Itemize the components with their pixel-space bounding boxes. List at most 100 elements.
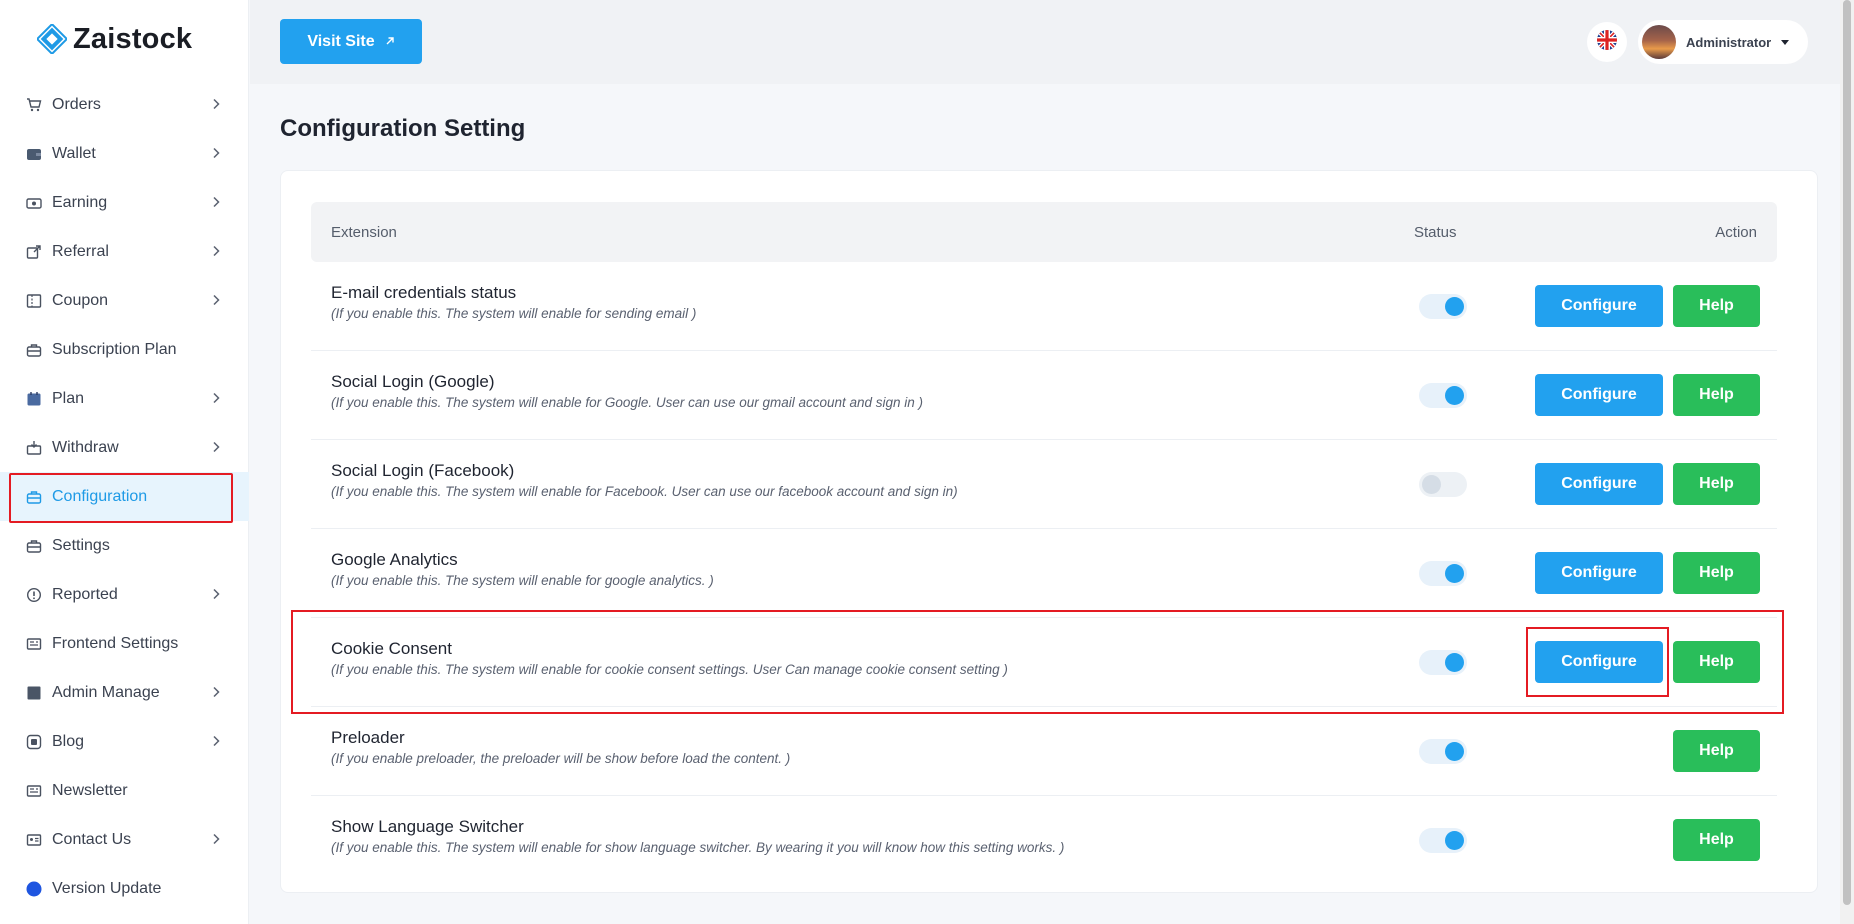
row-title-show-language-switcher: Show Language Switcher xyxy=(331,817,524,836)
sidebar-item-label: Blog xyxy=(52,732,85,750)
brand-logo[interactable]: Zaistock xyxy=(35,22,192,56)
status-toggle-google-analytics[interactable] xyxy=(1419,561,1467,586)
sidebar-item-configuration[interactable]: Configuration xyxy=(0,472,249,521)
briefcase-icon xyxy=(26,538,42,554)
row-title-cookie-consent: Cookie Consent xyxy=(331,639,452,658)
row-description: (If you enable this. The system will ena… xyxy=(331,840,1065,855)
row-title-google-analytics: Google Analytics xyxy=(331,550,458,569)
configuration-table-card: Extension Status Action E-mail credentia… xyxy=(280,170,1818,893)
row-title-e-mail-credentials-status: E-mail credentials status xyxy=(331,283,517,302)
status-toggle-preloader[interactable] xyxy=(1419,739,1467,764)
sidebar-item-label: Frontend Settings xyxy=(52,634,179,652)
status-toggle-show-language-switcher[interactable] xyxy=(1419,828,1467,853)
help-button-cookie-consent[interactable]: Help xyxy=(1673,641,1760,683)
sidebar-item-frontend-settings[interactable]: Frontend Settings xyxy=(0,619,249,668)
sidebar-item-label: Newsletter xyxy=(52,781,128,799)
sidebar-item-label: Earning xyxy=(52,193,108,211)
status-toggle-social-login-google[interactable] xyxy=(1419,383,1467,408)
chevron-right-icon xyxy=(209,146,223,160)
chevron-right-icon xyxy=(209,734,223,748)
user-name: Administrator xyxy=(1686,34,1772,50)
table-row: Preloader (If you enable preloader, the p… xyxy=(311,707,1777,796)
toggle-knob xyxy=(1445,831,1464,850)
circle-icon xyxy=(26,881,42,897)
table-row: Show Language Switcher (If you enable thi… xyxy=(311,796,1777,885)
status-toggle-e-mail-credentials-status[interactable] xyxy=(1419,294,1467,319)
visit-site-button[interactable]: Visit Site xyxy=(280,19,422,64)
column-header-extension: Extension xyxy=(331,224,397,241)
sidebar-item-withdraw[interactable]: Withdraw xyxy=(0,423,249,472)
table-row: Social Login (Google) (If you enable this… xyxy=(311,351,1777,440)
help-button-preloader[interactable]: Help xyxy=(1673,730,1760,772)
configure-button-google-analytics[interactable]: Configure xyxy=(1535,552,1663,594)
sidebar-item-orders[interactable]: Orders xyxy=(0,80,249,129)
sidebar-item-wallet[interactable]: Wallet xyxy=(0,129,249,178)
help-button-social-login-google[interactable]: Help xyxy=(1673,374,1760,416)
sidebar-item-blog[interactable]: Blog xyxy=(0,717,249,766)
money-icon xyxy=(26,195,42,211)
page-scrollbar[interactable] xyxy=(1840,0,1854,924)
toggle-knob xyxy=(1445,653,1464,672)
sidebar-item-label: Configuration xyxy=(52,487,148,505)
help-button-google-analytics[interactable]: Help xyxy=(1673,552,1760,594)
top-header: Visit Site Administrator xyxy=(250,0,1840,84)
help-button-e-mail-credentials-status[interactable]: Help xyxy=(1673,285,1760,327)
sidebar-item-coupon[interactable]: Coupon xyxy=(0,276,249,325)
layout-icon xyxy=(26,636,42,652)
table-row: Google Analytics (If you enable this. The… xyxy=(311,529,1777,618)
row-title-social-login-facebook: Social Login (Facebook) xyxy=(331,461,515,480)
row-description: (If you enable this. The system will ena… xyxy=(331,306,697,321)
column-header-action: Action xyxy=(1715,224,1757,241)
configure-button-cookie-consent[interactable]: Configure xyxy=(1535,641,1663,683)
column-header-status: Status xyxy=(1414,224,1457,241)
table-header: Extension Status Action xyxy=(311,202,1777,262)
row-title-social-login-google: Social Login (Google) xyxy=(331,372,495,391)
sidebar-item-earning[interactable]: Earning xyxy=(0,178,249,227)
configure-button-e-mail-credentials-status[interactable]: Configure xyxy=(1535,285,1663,327)
sidebar-item-subscription-plan[interactable]: Subscription Plan xyxy=(0,325,249,374)
wallet-icon xyxy=(26,146,42,162)
language-switcher[interactable] xyxy=(1587,22,1627,62)
cart-icon xyxy=(26,97,42,113)
sidebar-item-label: Subscription Plan xyxy=(52,340,177,358)
sidebar-item-label: Wallet xyxy=(52,144,96,162)
configure-button-social-login-google[interactable]: Configure xyxy=(1535,374,1663,416)
sidebar-item-label: Version Update xyxy=(52,879,162,897)
contact-card-icon xyxy=(26,832,42,848)
chevron-right-icon xyxy=(209,440,223,454)
sidebar-item-label: Plan xyxy=(52,389,85,407)
sidebar-item-admin-manage[interactable]: Admin Manage xyxy=(0,668,249,717)
help-button-social-login-facebook[interactable]: Help xyxy=(1673,463,1760,505)
chevron-right-icon xyxy=(209,97,223,111)
sidebar-item-label: Coupon xyxy=(52,291,109,309)
sidebar-item-label: Orders xyxy=(52,95,101,113)
row-description: (If you enable this. The system will ena… xyxy=(331,484,958,499)
atm-icon xyxy=(26,440,42,456)
sidebar-item-plan[interactable]: Plan xyxy=(0,374,249,423)
sidebar-item-reported[interactable]: Reported xyxy=(0,570,249,619)
scrollbar-thumb[interactable] xyxy=(1843,0,1851,905)
sidebar-item-label: Referral xyxy=(52,242,109,260)
chevron-right-icon xyxy=(209,293,223,307)
status-toggle-social-login-facebook[interactable] xyxy=(1419,472,1467,497)
caret-down-icon xyxy=(1781,39,1790,45)
sidebar-item-version-update[interactable]: Version Update xyxy=(0,864,249,913)
page-title: Configuration Setting xyxy=(280,115,526,142)
sidebar-item-label: Withdraw xyxy=(52,438,119,456)
sidebar-item-settings[interactable]: Settings xyxy=(0,521,249,570)
visit-site-label: Visit Site xyxy=(307,32,375,50)
chevron-right-icon xyxy=(209,685,223,699)
avatar xyxy=(1642,25,1676,59)
user-menu[interactable]: Administrator xyxy=(1638,20,1808,64)
briefcase-icon xyxy=(26,342,42,358)
ticket-icon xyxy=(26,293,42,309)
sidebar-item-label: Reported xyxy=(52,585,118,603)
chevron-right-icon xyxy=(209,195,223,209)
sidebar-item-newsletter[interactable]: Newsletter xyxy=(0,766,249,815)
help-button-show-language-switcher[interactable]: Help xyxy=(1673,819,1760,861)
configure-button-social-login-facebook[interactable]: Configure xyxy=(1535,463,1663,505)
status-toggle-cookie-consent[interactable] xyxy=(1419,650,1467,675)
calendar-icon xyxy=(26,391,42,407)
sidebar-item-contact-us[interactable]: Contact Us xyxy=(0,815,249,864)
sidebar-item-referral[interactable]: Referral xyxy=(0,227,249,276)
